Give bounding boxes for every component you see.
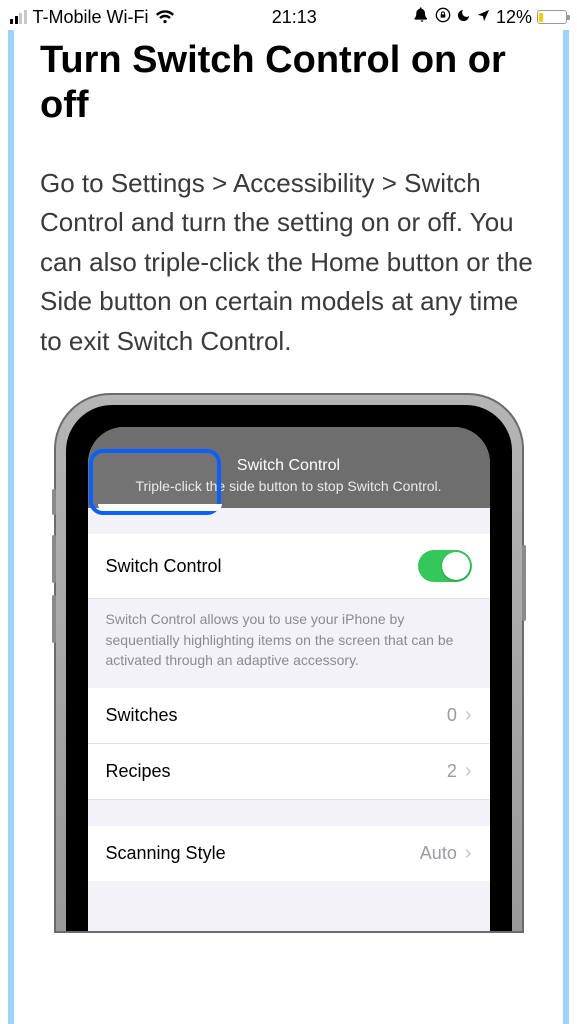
chevron-right-icon: › (465, 842, 472, 865)
row-value: 0 (447, 705, 457, 726)
status-time: 21:13 (272, 7, 317, 28)
battery-icon (537, 10, 567, 24)
wifi-icon (155, 10, 175, 25)
row-value: 2 (447, 761, 457, 782)
switch-control-toggle[interactable] (418, 550, 472, 582)
section-gap (88, 800, 490, 826)
volume-up-button (52, 535, 56, 583)
article-paragraph: Go to Settings > Accessibility > Switch … (40, 164, 537, 362)
mute-switch (52, 489, 56, 515)
page-title: Turn Switch Control on or off (40, 38, 537, 128)
iphone-mockup: Switch Control Triple-click the side but… (54, 393, 524, 933)
side-button (522, 545, 526, 621)
phone-screen: Switch Control Triple-click the side but… (88, 427, 490, 931)
switch-control-overlay: Switch Control Triple-click the side but… (88, 427, 490, 508)
article-body: Turn Switch Control on or off Go to Sett… (8, 30, 569, 1024)
volume-down-button (52, 595, 56, 643)
scanning-style-row[interactable]: Scanning Style Auto › (88, 826, 490, 881)
alarm-icon (414, 7, 430, 28)
row-label: Scanning Style (106, 843, 226, 864)
status-left: T-Mobile Wi-Fi (10, 7, 175, 28)
status-bar: T-Mobile Wi-Fi 21:13 12% (0, 0, 577, 30)
orientation-lock-icon (435, 7, 451, 28)
chevron-right-icon: › (465, 760, 472, 783)
toggle-label: Switch Control (106, 556, 222, 577)
row-value: Auto (420, 843, 457, 864)
battery-percent: 12% (496, 7, 532, 28)
switches-row[interactable]: Switches 0 › (88, 688, 490, 744)
location-icon (476, 7, 491, 28)
moon-icon (456, 7, 471, 28)
status-right: 12% (414, 7, 567, 28)
switch-control-toggle-row[interactable]: Switch Control (88, 534, 490, 599)
chevron-right-icon: › (465, 704, 472, 727)
toggle-footer-note: Switch Control allows you to use your iP… (88, 599, 490, 688)
row-label: Recipes (106, 761, 171, 782)
phone-frame: Switch Control Triple-click the side but… (54, 393, 524, 933)
signal-icon (10, 10, 27, 24)
recipes-row[interactable]: Recipes 2 › (88, 744, 490, 800)
scan-highlight (89, 449, 221, 515)
carrier-label: T-Mobile Wi-Fi (33, 7, 149, 28)
phone-bezel: Switch Control Triple-click the side but… (66, 405, 512, 931)
row-label: Switches (106, 705, 178, 726)
